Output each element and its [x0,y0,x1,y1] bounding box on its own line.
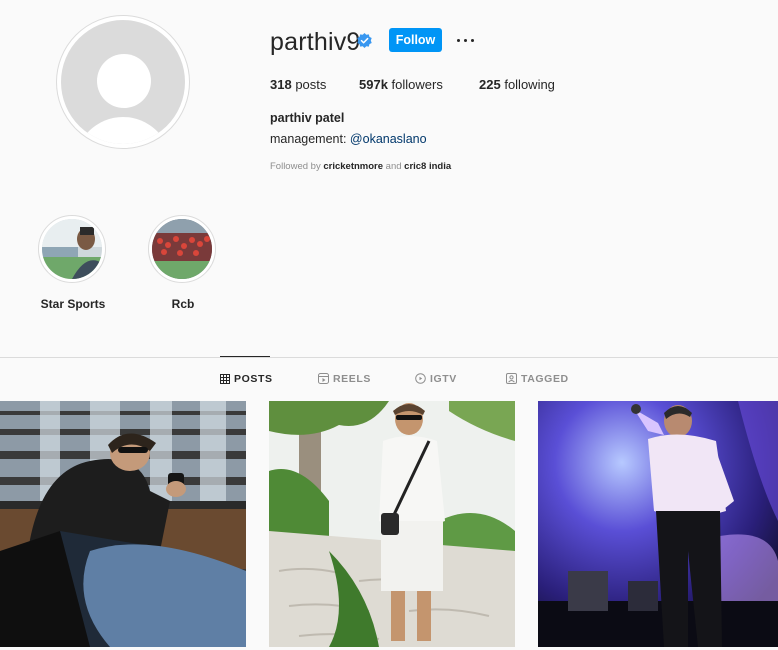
igtv-icon [415,373,426,384]
followed-by-user-2[interactable]: cric8 india [404,161,451,172]
post-image-1 [0,401,246,647]
highlight-label-rcb: Rcb [171,297,195,311]
more-options-icon[interactable] [456,33,476,47]
profile-bio: management: @okanaslano [270,132,427,146]
tab-posts-label: POSTS [234,373,273,385]
default-avatar-icon [61,20,185,144]
posts-label: posts [295,77,327,92]
follow-button[interactable]: Follow [389,28,442,52]
highlight-rcb[interactable] [148,215,216,283]
bio-text: management: [270,132,350,146]
profile-full-name: parthiv patel [270,111,345,125]
tab-reels-label: REELS [333,373,372,385]
followers-label: followers [391,77,443,92]
section-divider [0,357,778,358]
profile-avatar[interactable] [56,15,190,149]
tab-igtv[interactable]: IGTV [415,373,457,385]
post-thumbnail-2[interactable] [269,401,515,647]
tab-tagged-label: TAGGED [521,373,569,385]
followed-by-and: and [383,161,405,172]
reels-icon [318,373,329,384]
followed-by-prefix: Followed by [270,161,324,172]
highlight-label-star-sports: Star Sports [40,297,106,311]
bio-mention-link[interactable]: @okanaslano [350,132,427,146]
following-count: 225 [479,77,501,92]
highlight-star-sports[interactable] [38,215,106,283]
post-image-3 [538,401,778,647]
post-thumbnail-1[interactable] [0,401,246,647]
following-label: following [504,77,555,92]
tagged-icon [506,373,517,384]
grid-icon [220,374,230,384]
following-stat[interactable]: 225 following [479,77,555,92]
followed-by-text: Followed by cricketnmore and cric8 india [270,161,451,172]
post-image-2 [269,401,515,647]
posts-count: 318 [270,77,292,92]
tab-igtv-label: IGTV [430,373,457,385]
post-thumbnail-3[interactable] [538,401,778,647]
posts-count-stat: 318 posts [270,77,326,92]
highlight-rcb-cover [152,219,212,279]
tab-tagged[interactable]: TAGGED [506,373,569,385]
highlight-star-sports-cover [42,219,102,279]
profile-username: parthiv9 [270,28,361,56]
tab-reels[interactable]: REELS [318,373,371,385]
verified-badge-icon [357,33,372,48]
followers-count: 597k [359,77,388,92]
followers-stat[interactable]: 597k followers [359,77,443,92]
tab-posts[interactable]: POSTS [220,373,273,385]
followed-by-user-1[interactable]: cricketnmore [323,161,383,172]
active-tab-indicator [220,356,270,357]
